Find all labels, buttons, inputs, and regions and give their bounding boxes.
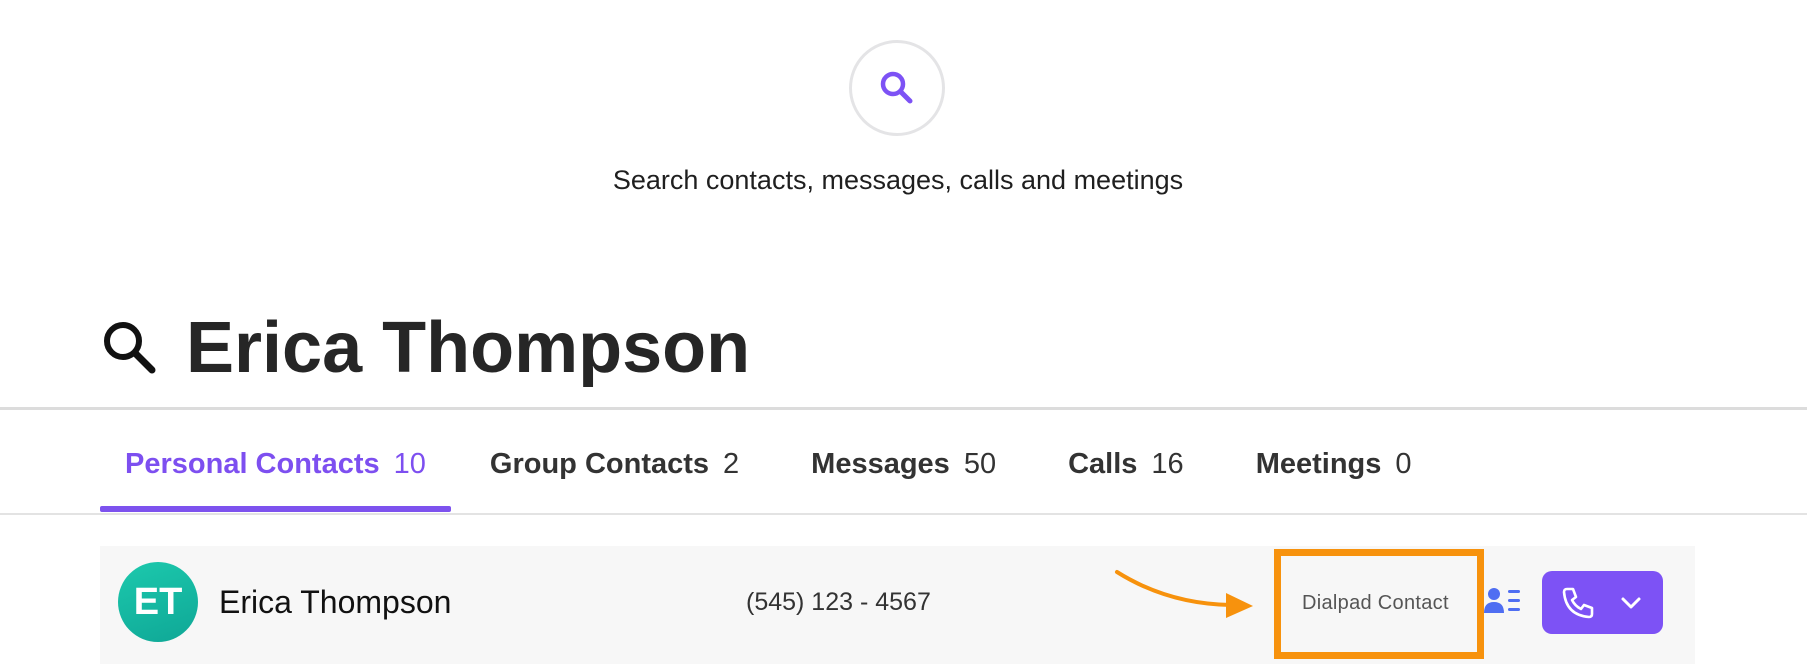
tab-meetings[interactable]: Meetings 0 [1231,448,1437,512]
search-bar [100,308,160,388]
contact-name: Erica Thompson [219,584,452,620]
hero-prompt-text: Search contacts, messages, calls and mee… [612,165,1184,195]
tab-messages[interactable]: Messages 50 [786,448,1021,512]
contact-source-label: Dialpad Contact [1302,592,1449,614]
search-icon [104,322,156,374]
hero-search-circle [849,40,945,136]
tab-personal-contacts[interactable]: Personal Contacts 10 [100,448,451,512]
tab-count: 0 [1395,448,1412,480]
tab-label: Meetings [1255,448,1382,480]
divider [0,407,1807,410]
divider [0,513,1807,515]
tab-count: 50 [963,448,997,480]
tab-count: 16 [1151,448,1184,480]
tab-count: 10 [393,448,426,480]
phone-icon[interactable] [1558,583,1598,623]
annotation-arrow-icon [1115,570,1253,618]
search-input[interactable] [186,306,1086,390]
tab-group-contacts[interactable]: Group Contacts 2 [465,448,764,512]
tab-count: 2 [723,448,740,480]
result-tabs: Personal Contacts 10 Group Contacts 2 Me… [100,448,1437,512]
chevron-down-icon[interactable] [1618,590,1644,616]
call-button[interactable] [1542,571,1663,634]
tab-label: Personal Contacts [125,448,380,480]
tab-label: Messages [811,448,950,480]
contact-card-icon[interactable] [1484,585,1522,617]
tab-label: Group Contacts [489,448,710,480]
search-icon [880,71,913,104]
contact-phone: (545) 123 - 4567 [746,588,931,616]
tab-calls[interactable]: Calls 16 [1043,448,1209,512]
avatar: ET [118,562,198,642]
tab-label: Calls [1068,448,1138,480]
